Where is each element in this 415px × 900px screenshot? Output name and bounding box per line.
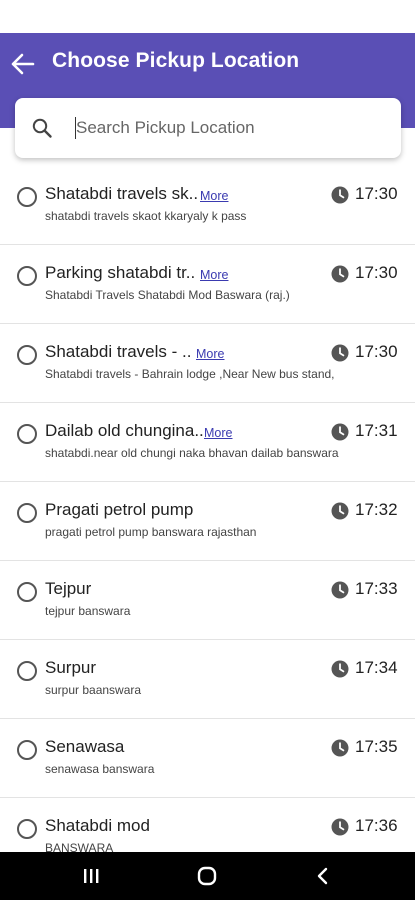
stop-name: Shatabdi travels - .. <box>45 342 192 361</box>
search-card[interactable] <box>15 98 401 158</box>
pickup-location-row[interactable]: Surpur surpur baanswara 17:34 <box>0 640 415 719</box>
back-chevron-icon <box>317 867 328 885</box>
pickup-location-row[interactable]: Shatabdi travels sk.. More shatabdi travel… <box>0 166 415 245</box>
pickup-time: 17:36 <box>355 816 398 835</box>
pickup-time: 17:35 <box>355 737 398 756</box>
clock-icon <box>331 186 349 204</box>
radio-button[interactable] <box>17 187 37 207</box>
clock-icon <box>331 265 349 283</box>
stop-name: Surpur <box>45 658 97 677</box>
radio-button[interactable] <box>17 661 37 681</box>
stop-address: senawasa banswara <box>45 762 155 776</box>
more-link[interactable]: More <box>200 268 228 282</box>
search-input[interactable] <box>76 112 376 144</box>
more-link[interactable]: More <box>204 426 232 440</box>
stop-name: Senawasa <box>45 737 125 756</box>
clock-icon <box>331 344 349 362</box>
pickup-time: 17:30 <box>355 342 398 361</box>
pickup-time: 17:31 <box>355 421 398 440</box>
search-icon <box>32 118 52 138</box>
pickup-time: 17:32 <box>355 500 398 519</box>
radio-button[interactable] <box>17 345 37 365</box>
pickup-location-row[interactable]: Parking shatabdi tr.. More Shatabdi Travel… <box>0 245 415 324</box>
recents-icon <box>84 869 99 883</box>
pickup-location-list: Shatabdi travels sk.. More shatabdi travel… <box>0 166 415 877</box>
clock-icon <box>331 739 349 757</box>
stop-name: Shatabdi travels sk.. <box>45 184 199 203</box>
pickup-time: 17:33 <box>355 579 398 598</box>
stop-name: Dailab old chungina.. <box>45 421 204 440</box>
arrow-left-icon <box>11 53 35 75</box>
system-nav-bar <box>0 852 415 900</box>
radio-button[interactable] <box>17 819 37 839</box>
clock-icon <box>331 660 349 678</box>
pickup-time: 17:34 <box>355 658 398 677</box>
pickup-time: 17:30 <box>355 184 398 203</box>
more-link[interactable]: More <box>200 189 228 203</box>
radio-button[interactable] <box>17 582 37 602</box>
stop-address: pragati petrol pump banswara rajasthan <box>45 525 257 539</box>
stop-address: surpur baanswara <box>45 683 142 697</box>
clock-icon <box>331 502 349 520</box>
stop-address: tejpur banswara <box>45 604 131 618</box>
page-title: Choose Pickup Location <box>52 49 300 72</box>
stop-name: Shatabdi mod <box>45 816 150 835</box>
radio-button[interactable] <box>17 266 37 286</box>
home-icon <box>197 866 217 886</box>
recents-button[interactable] <box>79 864 103 888</box>
pickup-location-row[interactable]: Pragati petrol pump pragati petrol pump b… <box>0 482 415 561</box>
more-link[interactable]: More <box>196 347 224 361</box>
radio-button[interactable] <box>17 740 37 760</box>
pickup-location-row[interactable]: Dailab old chungina.. More shatabdi.near o… <box>0 403 415 482</box>
radio-button[interactable] <box>17 503 37 523</box>
stop-address: Shatabdi Travels Shatabdi Mod Baswara (r… <box>45 288 290 302</box>
clock-icon <box>331 423 349 441</box>
clock-icon <box>331 818 349 836</box>
pickup-location-row[interactable]: Shatabdi travels - .. More Shatabdi travel… <box>0 324 415 403</box>
back-button[interactable] <box>10 52 36 76</box>
status-bar-area <box>0 0 415 33</box>
stop-name: Parking shatabdi tr.. <box>45 263 196 282</box>
stop-address: shatabdi travels skaot kkaryaly k pass <box>45 209 247 223</box>
pickup-time: 17:30 <box>355 263 398 282</box>
stop-address: shatabdi.near old chungi naka bhavan dai… <box>45 446 339 460</box>
pickup-location-row[interactable]: Senawasa senawasa banswara 17:35 <box>0 719 415 798</box>
stop-address: Shatabdi travels - Bahrain lodge ,Near N… <box>45 367 335 381</box>
stop-name: Tejpur <box>45 579 92 598</box>
radio-button[interactable] <box>17 424 37 444</box>
clock-icon <box>331 581 349 599</box>
system-back-button[interactable] <box>311 864 335 888</box>
stop-name: Pragati petrol pump <box>45 500 194 519</box>
pickup-location-row[interactable]: Tejpur tejpur banswara 17:33 <box>0 561 415 640</box>
home-button[interactable] <box>195 864 219 888</box>
